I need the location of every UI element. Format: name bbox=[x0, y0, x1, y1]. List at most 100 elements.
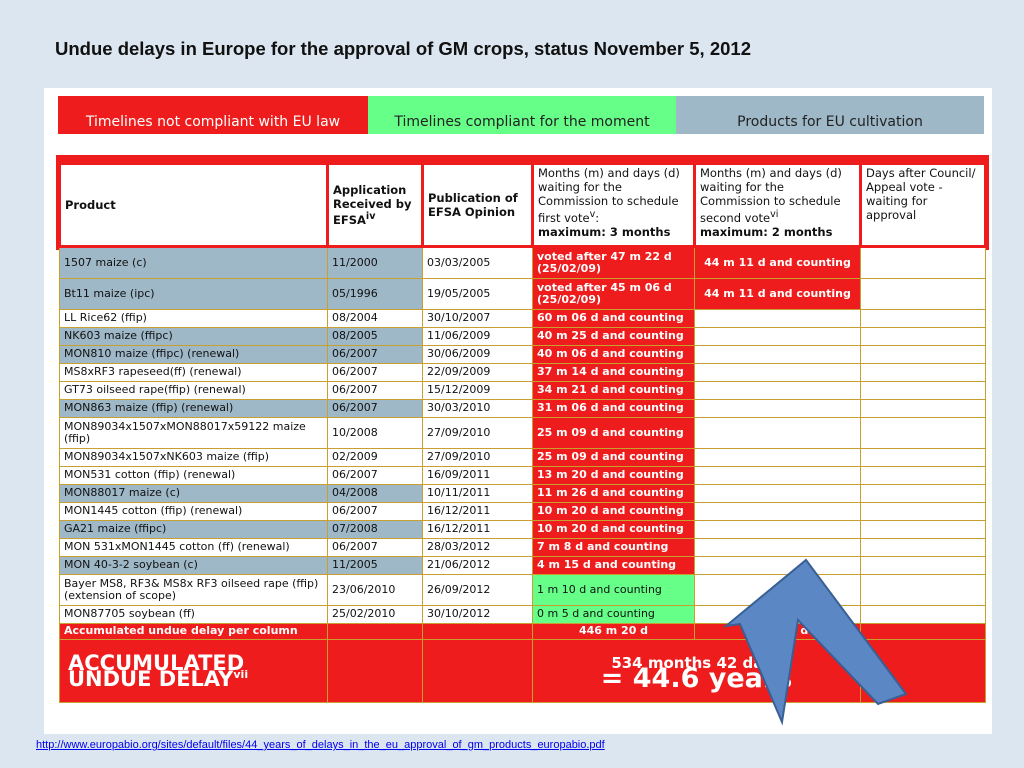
council-delay-cell bbox=[860, 417, 986, 449]
product-cell: 1507 maize (c) bbox=[59, 246, 328, 279]
application-date-cell: 10/2008 bbox=[327, 417, 423, 449]
table-row: MON863 maize (ffip) (renewal) 06/2007 30/0… bbox=[59, 399, 986, 418]
product-cell: MON810 maize (ffipc) (renewal) bbox=[59, 345, 328, 364]
publication-date-cell: 10/11/2011 bbox=[422, 484, 533, 503]
second-vote-delay-cell bbox=[694, 520, 861, 539]
council-delay-cell bbox=[860, 399, 986, 418]
product-cell: MON 40-3-2 soybean (c) bbox=[59, 556, 328, 575]
product-cell: MON89034x1507xNK603 maize (ffip) bbox=[59, 448, 328, 467]
publication-date-cell: 30/03/2010 bbox=[422, 399, 533, 418]
product-cell: MON87705 soybean (ff) bbox=[59, 605, 328, 624]
first-vote-delay-cell: 7 m 8 d and counting bbox=[532, 538, 695, 557]
product-cell: MON863 maize (ffip) (renewal) bbox=[59, 399, 328, 418]
empty-cell bbox=[422, 639, 533, 703]
first-vote-delay-cell: 10 m 20 d and counting bbox=[532, 502, 695, 521]
page-title: Undue delays in Europe for the approval … bbox=[55, 38, 751, 59]
second-vote-delay-cell bbox=[694, 363, 861, 382]
application-date-cell: 08/2005 bbox=[327, 327, 423, 346]
table-header-row: Product Application Received by EFSAiv P… bbox=[58, 162, 987, 248]
first-vote-delay-cell: 13 m 20 d and counting bbox=[532, 466, 695, 485]
table-row: NK603 maize (ffipc) 08/2005 11/06/2009 40 m… bbox=[59, 327, 986, 346]
publication-date-cell: 16/12/2011 bbox=[422, 502, 533, 521]
application-date-cell: 06/2007 bbox=[327, 538, 423, 557]
council-delay-cell bbox=[860, 502, 986, 521]
application-date-cell: 25/02/2010 bbox=[327, 605, 423, 624]
application-date-cell: 06/2007 bbox=[327, 466, 423, 485]
product-cell: MS8xRF3 rapeseed(ff) (renewal) bbox=[59, 363, 328, 382]
second-vote-delay-cell bbox=[694, 466, 861, 485]
first-vote-delay-cell: 1 m 10 d and counting bbox=[532, 574, 695, 606]
first-vote-delay-cell: 11 m 26 d and counting bbox=[532, 484, 695, 503]
application-date-cell: 11/2005 bbox=[327, 556, 423, 575]
council-delay-cell bbox=[860, 448, 986, 467]
legend-not-compliant: Timelines not compliant with EU law bbox=[58, 96, 368, 134]
legend-cultivation: Products for EU cultivation bbox=[676, 96, 984, 134]
product-cell: GA21 maize (ffipc) bbox=[59, 520, 328, 539]
first-vote-delay-cell: 37 m 14 d and counting bbox=[532, 363, 695, 382]
table-row: MON810 maize (ffipc) (renewal) 06/2007 30/… bbox=[59, 345, 986, 364]
first-vote-delay-cell: voted after 47 m 22 d (25/02/09) bbox=[532, 246, 695, 279]
header-council: Days after Council/ Appeal vote - waitin… bbox=[859, 162, 987, 248]
publication-date-cell: 03/03/2005 bbox=[422, 246, 533, 279]
application-date-cell: 06/2007 bbox=[327, 502, 423, 521]
empty-cell bbox=[422, 623, 533, 640]
second-vote-delay-cell: 44 m 11 d and counting bbox=[694, 246, 861, 279]
delay-table-panel: Timelines not compliant with EU law Time… bbox=[44, 88, 992, 734]
first-vote-delay-cell: 60 m 06 d and counting bbox=[532, 309, 695, 328]
source-link[interactable]: http://www.europabio.org/sites/default/f… bbox=[36, 739, 605, 751]
application-date-cell: 05/1996 bbox=[327, 278, 423, 310]
legend-compliant: Timelines compliant for the moment bbox=[368, 96, 676, 134]
table-row: LL Rice62 (ffip) 08/2004 30/10/2007 60 m 06… bbox=[59, 309, 986, 328]
table-row: Bt11 maize (ipc) 05/1996 19/05/2005 voted a… bbox=[59, 278, 986, 310]
publication-date-cell: 16/12/2011 bbox=[422, 520, 533, 539]
second-vote-delay-cell bbox=[694, 502, 861, 521]
product-cell: MON 531xMON1445 cotton (ff) (renewal) bbox=[59, 538, 328, 557]
down-left-arrow-icon bbox=[722, 558, 908, 726]
product-cell: LL Rice62 (ffip) bbox=[59, 309, 328, 328]
product-cell: GT73 oilseed rape(ffip) (renewal) bbox=[59, 381, 328, 400]
second-vote-delay-cell bbox=[694, 309, 861, 328]
council-delay-cell bbox=[860, 345, 986, 364]
table-row: MON1445 cotton (ffip) (renewal) 06/2007 16… bbox=[59, 502, 986, 521]
publication-date-cell: 19/05/2005 bbox=[422, 278, 533, 310]
first-vote-delay-cell: 10 m 20 d and counting bbox=[532, 520, 695, 539]
publication-date-cell: 27/09/2010 bbox=[422, 448, 533, 467]
publication-date-cell: 27/09/2010 bbox=[422, 417, 533, 449]
publication-date-cell: 30/10/2012 bbox=[422, 605, 533, 624]
table-row: MS8xRF3 rapeseed(ff) (renewal) 06/2007 22/… bbox=[59, 363, 986, 382]
second-vote-delay-cell bbox=[694, 345, 861, 364]
second-vote-delay-cell bbox=[694, 381, 861, 400]
second-vote-delay-cell bbox=[694, 448, 861, 467]
header-second-vote: Months (m) and days (d) waiting for the … bbox=[693, 162, 862, 248]
product-cell: MON1445 cotton (ffip) (renewal) bbox=[59, 502, 328, 521]
application-date-cell: 08/2004 bbox=[327, 309, 423, 328]
council-delay-cell bbox=[860, 484, 986, 503]
table-row: 1507 maize (c) 11/2000 03/03/2005 voted aft… bbox=[59, 246, 986, 279]
publication-date-cell: 30/06/2009 bbox=[422, 345, 533, 364]
council-delay-cell bbox=[860, 363, 986, 382]
second-vote-delay-cell: 44 m 11 d and counting bbox=[694, 278, 861, 310]
product-cell: NK603 maize (ffipc) bbox=[59, 327, 328, 346]
product-cell: MON89034x1507xMON88017x59122 maize (ffip… bbox=[59, 417, 328, 449]
first-vote-delay-cell: 0 m 5 d and counting bbox=[532, 605, 695, 624]
application-date-cell: 06/2007 bbox=[327, 399, 423, 418]
application-date-cell: 04/2008 bbox=[327, 484, 423, 503]
first-vote-delay-cell: 25 m 09 d and counting bbox=[532, 417, 695, 449]
first-vote-delay-cell: 31 m 06 d and counting bbox=[532, 399, 695, 418]
publication-date-cell: 11/06/2009 bbox=[422, 327, 533, 346]
product-cell: Bayer MS8, RF3& MS8x RF3 oilseed rape (f… bbox=[59, 574, 328, 606]
council-delay-cell bbox=[860, 520, 986, 539]
color-legend: Timelines not compliant with EU law Time… bbox=[58, 96, 984, 134]
accumulated-label: Accumulated undue delay per column bbox=[59, 623, 328, 640]
header-application: Application Received by EFSAiv bbox=[326, 162, 424, 248]
total-label: ACCUMULATED UNDUE DELAYvii bbox=[59, 639, 328, 703]
table-row: MON89034x1507xMON88017x59122 maize (ffip… bbox=[59, 417, 986, 449]
publication-date-cell: 16/09/2011 bbox=[422, 466, 533, 485]
council-delay-cell bbox=[860, 309, 986, 328]
product-cell: Bt11 maize (ipc) bbox=[59, 278, 328, 310]
council-delay-cell bbox=[860, 278, 986, 310]
application-date-cell: 23/06/2010 bbox=[327, 574, 423, 606]
application-date-cell: 07/2008 bbox=[327, 520, 423, 539]
second-vote-delay-cell bbox=[694, 399, 861, 418]
accumulated-first: 446 m 20 d bbox=[532, 623, 695, 640]
